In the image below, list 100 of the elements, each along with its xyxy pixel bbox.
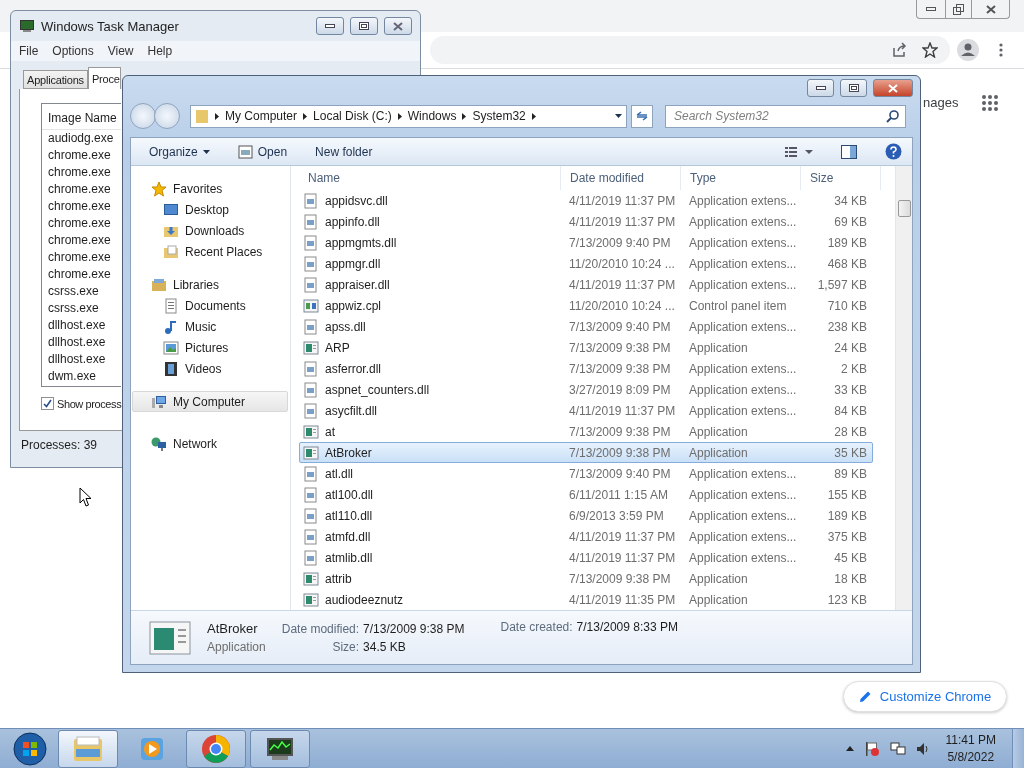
file-row[interactable]: appinfo.dll 4/11/2019 11:37 PM Application extens... 69 KB [299,211,873,232]
dll-file-icon [303,507,319,524]
menu-item[interactable]: View [107,44,134,58]
apps-grid-icon[interactable] [982,95,998,111]
view-options-icon[interactable] [785,146,813,157]
file-row[interactable]: atmlib.dll 4/11/2019 11:37 PM Application extens... 45 KB [299,547,873,568]
process-row[interactable]: chrome.exe [42,198,121,215]
clock[interactable]: 11:41 PM 5/8/2022 [945,731,996,766]
file-row[interactable]: AtBroker 7/13/2009 9:38 PM Application 35 KB [299,442,873,463]
nav-item[interactable]: Pictures [132,337,288,358]
file-row[interactable]: appmgr.dll 11/20/2010 10:24 ... Application extens... 468 KB [299,253,873,274]
process-row[interactable]: dwm.exe [42,368,121,385]
close-icon [985,4,996,14]
date-cell-text: 11/20/2010 10:24 ... [568,256,676,271]
scroll-thumb[interactable] [898,200,911,217]
process-row[interactable]: chrome.exe [42,266,121,283]
link[interactable]: nages [923,95,959,110]
column-header[interactable]: Date modified [561,166,681,190]
nav-item[interactable]: Music [132,316,288,337]
maximize-button[interactable] [840,79,867,98]
size-cell-text: 189 KB [826,235,868,250]
preview-pane-icon[interactable] [841,144,857,159]
tab[interactable]: Proce [87,67,121,89]
taskbar-button[interactable] [250,729,310,768]
menu-item[interactable]: Help [147,44,173,58]
breadcrumb-item[interactable]: Local Disk (C:) [313,109,392,124]
process-row[interactable]: dllhost.exe [42,334,121,351]
search-input[interactable]: Search System32 [672,108,886,125]
menu-icon[interactable] [999,43,1003,57]
column-header[interactable]: Name [299,166,561,190]
file-row[interactable]: atl100.dll 6/11/2011 1:15 AM Application extens... 155 KB [299,484,873,505]
address-bar[interactable]: My Computer Local Disk (C:) Windows System32 [190,104,627,128]
file-row[interactable]: aspnet_counters.dll 3/27/2019 8:09 PM Application extens... 33 KB [299,379,873,400]
menu-item[interactable]: Options [52,44,94,58]
process-row[interactable]: chrome.exe [42,215,121,232]
search-field[interactable]: Search System32 [665,104,906,128]
nav-item[interactable]: Libraries [132,274,288,295]
maximize-button[interactable] [350,17,378,35]
open-button[interactable]: Open [237,144,288,159]
nav-item[interactable]: Downloads [132,220,288,241]
avatar-icon[interactable] [957,39,979,61]
network-icon[interactable] [889,740,906,757]
breadcrumb-item[interactable]: System32 [472,109,526,124]
nav-item[interactable]: My Computer [132,391,288,412]
speaker-icon[interactable] [915,741,930,756]
menu-item[interactable]: File [19,44,39,58]
file-row[interactable]: appidsvc.dll 4/11/2019 11:37 PM Application extens... 34 KB [299,190,873,211]
file-name: atl110.dll [300,507,561,524]
minimize-button[interactable] [316,17,344,35]
tab[interactable]: Applications [23,70,88,89]
process-row[interactable]: csrss.exe [42,283,121,300]
column-header[interactable]: Image Name [42,104,121,130]
file-row[interactable]: asycfilt.dll 4/11/2019 11:37 PM Application extens... 84 KB [299,400,873,421]
column-header[interactable]: Size [801,166,881,190]
file-row[interactable]: appmgmts.dll 7/13/2009 9:40 PM Application extens... 189 KB [299,232,873,253]
file-row[interactable]: atmfd.dll 4/11/2019 11:37 PM Application extens... 375 KB [299,526,873,547]
type-cell-text: Application [688,340,749,355]
toolbar-button[interactable]: New folder [315,144,373,159]
refresh-button[interactable] [631,104,653,128]
breadcrumb-item[interactable]: My Computer [225,109,298,124]
column-header[interactable]: Type [681,166,801,190]
process-row[interactable]: chrome.exe [42,249,121,266]
nav-item[interactable]: Recent Places [132,241,288,262]
breadcrumb-item[interactable]: Windows [407,109,457,124]
file-row[interactable]: attrib 7/13/2009 9:38 PM Application 18 KB [299,568,873,589]
nav-item[interactable]: Desktop [132,199,288,220]
customize-chrome-button[interactable]: Customize Chrome [843,681,1007,712]
organize-button[interactable]: Organize [149,144,210,159]
file-row[interactable]: at 7/13/2009 9:38 PM Application 28 KB [299,421,873,442]
nav-item[interactable]: Videos [132,358,288,379]
star-icon[interactable] [922,42,938,58]
process-row[interactable]: chrome.exe [42,164,121,181]
checkbox[interactable] [41,397,54,410]
process-row[interactable]: csrss.exe [42,300,121,317]
show-hidden-icons-icon[interactable] [845,746,854,751]
file-row[interactable]: asferror.dll 7/13/2009 9:38 PM Application extens... 2 KB [299,358,873,379]
file-row[interactable]: atl.dll 7/13/2009 9:40 PM Application extens... 89 KB [299,463,873,484]
scrollbar[interactable] [895,166,912,610]
flag-icon[interactable] [863,740,880,757]
process-row[interactable]: dllhost.exe [42,317,121,334]
close-button[interactable] [384,17,412,35]
file-row[interactable]: appwiz.cpl 11/20/2010 10:24 ... Control panel item 710 KB [299,295,873,316]
process-row[interactable]: audiodg.exe [42,130,121,147]
close-button[interactable] [873,79,913,98]
minimize-button[interactable] [807,79,834,98]
file-row[interactable]: audiodeeznutz 4/11/2019 11:35 PM Application 123 KB [299,589,873,610]
process-row[interactable]: chrome.exe [42,181,121,198]
size-cell-text: 33 KB [833,382,868,397]
file-row[interactable]: ARP 7/13/2009 9:38 PM Application 24 KB [299,337,873,358]
help-icon[interactable] [885,143,902,160]
process-row[interactable]: chrome.exe [42,147,121,164]
share-icon[interactable] [892,42,908,58]
nav-item[interactable]: Favorites [132,178,288,199]
file-row[interactable]: apss.dll 7/13/2009 9:40 PM Application extens... 238 KB [299,316,873,337]
process-row[interactable]: dllhost.exe [42,351,121,368]
file-row[interactable]: atl110.dll 6/9/2013 3:59 PM Application extens... 189 KB [299,505,873,526]
file-row[interactable]: appraiser.dll 4/11/2019 11:37 PM Application extens... 1,597 KB [299,274,873,295]
nav-item[interactable]: Network [132,433,288,454]
process-row[interactable]: chrome.exe [42,232,121,249]
nav-item[interactable]: Documents [132,295,288,316]
